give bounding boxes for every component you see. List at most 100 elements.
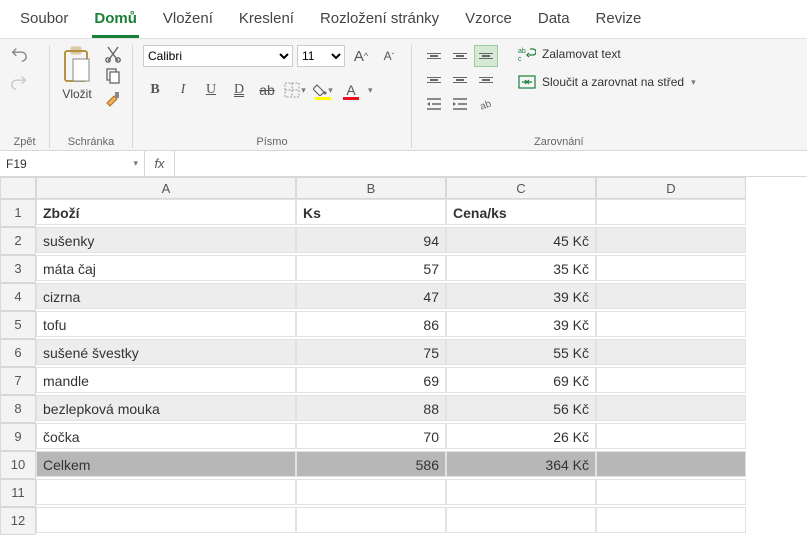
cell[interactable] (596, 255, 746, 281)
cell[interactable]: 70 (296, 423, 446, 449)
row-header[interactable]: 1 (0, 199, 36, 227)
cell[interactable] (596, 479, 746, 505)
cell[interactable] (296, 479, 446, 505)
row-header[interactable]: 12 (0, 507, 36, 535)
cell[interactable] (596, 507, 746, 533)
tab-data[interactable]: Data (536, 4, 572, 38)
cell[interactable]: cizrna (36, 283, 296, 309)
row-header[interactable]: 9 (0, 423, 36, 451)
cell[interactable] (596, 339, 746, 365)
formula-input[interactable] (175, 151, 807, 176)
row-header[interactable]: 3 (0, 255, 36, 283)
cell[interactable]: Celkem (36, 451, 296, 477)
cell[interactable]: 69 Kč (446, 367, 596, 393)
wrap-text-button[interactable]: abc Zalamovat text (518, 45, 696, 63)
cell[interactable] (596, 451, 746, 477)
cell[interactable]: 75 (296, 339, 446, 365)
tab-soubor[interactable]: Soubor (18, 4, 70, 38)
tab-kreslení[interactable]: Kreslení (237, 4, 296, 38)
cell[interactable]: 69 (296, 367, 446, 393)
cell[interactable]: mandle (36, 367, 296, 393)
align-mid-center[interactable] (448, 69, 472, 91)
underline-button[interactable]: U (199, 79, 223, 101)
cell[interactable]: čočka (36, 423, 296, 449)
tab-vzorce[interactable]: Vzorce (463, 4, 514, 38)
col-header-C[interactable]: C (446, 177, 596, 199)
cell[interactable]: 94 (296, 227, 446, 253)
row-header[interactable]: 7 (0, 367, 36, 395)
tab-vložení[interactable]: Vložení (161, 4, 215, 38)
row-header[interactable]: 10 (0, 451, 36, 479)
select-all-corner[interactable] (0, 177, 36, 199)
cell[interactable] (36, 479, 296, 505)
cell[interactable]: bezlepková mouka (36, 395, 296, 421)
col-header-B[interactable]: B (296, 177, 446, 199)
cell[interactable]: tofu (36, 311, 296, 337)
col-header-A[interactable]: A (36, 177, 296, 199)
tab-rozložení stránky[interactable]: Rozložení stránky (318, 4, 441, 38)
align-top-left[interactable] (422, 45, 446, 67)
cell[interactable]: sušené švestky (36, 339, 296, 365)
merge-dropdown-icon[interactable]: ▾ (691, 77, 696, 88)
fill-color-button[interactable]: ▾ (311, 79, 335, 101)
cell[interactable]: 56 Kč (446, 395, 596, 421)
decrease-indent[interactable] (422, 93, 446, 115)
row-header[interactable]: 4 (0, 283, 36, 311)
cell[interactable]: 45 Kč (446, 227, 596, 253)
cell[interactable]: máta čaj (36, 255, 296, 281)
cell[interactable]: 55 Kč (446, 339, 596, 365)
row-header[interactable]: 11 (0, 479, 36, 507)
undo-icon[interactable] (10, 45, 28, 63)
align-top-right[interactable] (474, 45, 498, 67)
double-underline-button[interactable]: D (227, 79, 251, 101)
increase-indent[interactable] (448, 93, 472, 115)
merge-center-button[interactable]: Sloučit a zarovnat na střed ▾ (518, 73, 696, 91)
redo-icon[interactable] (10, 73, 28, 91)
cell[interactable]: Cena/ks (446, 199, 596, 225)
font-color-dropdown[interactable]: ▾ (368, 85, 373, 96)
align-mid-right[interactable] (474, 69, 498, 91)
font-color-button[interactable]: A (339, 79, 363, 101)
cell[interactable] (596, 227, 746, 253)
font-size-select[interactable]: 11 (297, 45, 345, 67)
name-box-dropdown-icon[interactable]: ▾ (133, 158, 138, 169)
cell[interactable]: 35 Kč (446, 255, 596, 281)
name-box[interactable]: F19 ▾ (0, 151, 145, 176)
cell[interactable]: 586 (296, 451, 446, 477)
strikethrough-button[interactable]: ab (255, 79, 279, 101)
tab-domů[interactable]: Domů (92, 4, 139, 38)
cut-icon[interactable] (104, 45, 122, 63)
cell[interactable]: 47 (296, 283, 446, 309)
fx-label[interactable]: fx (145, 151, 175, 176)
align-mid-left[interactable] (422, 69, 446, 91)
cell[interactable] (596, 199, 746, 225)
row-header[interactable]: 5 (0, 311, 36, 339)
cell[interactable] (596, 311, 746, 337)
cell[interactable]: 26 Kč (446, 423, 596, 449)
paste-button[interactable]: Vložit (60, 45, 94, 101)
borders-button[interactable]: ▾ (283, 79, 307, 101)
cell[interactable] (596, 367, 746, 393)
row-header[interactable]: 6 (0, 339, 36, 367)
cell[interactable]: 88 (296, 395, 446, 421)
copy-icon[interactable] (104, 67, 122, 85)
col-header-D[interactable]: D (596, 177, 746, 199)
row-header[interactable]: 8 (0, 395, 36, 423)
orientation-button[interactable]: ab (474, 93, 498, 115)
cell[interactable]: 39 Kč (446, 311, 596, 337)
decrease-font-button[interactable]: Aˇ (377, 45, 401, 67)
cell[interactable] (296, 507, 446, 533)
spreadsheet-grid[interactable]: ABCD1ZbožíKsCena/ks2sušenky9445 Kč3máta … (0, 177, 807, 535)
cell[interactable]: 364 Kč (446, 451, 596, 477)
bold-button[interactable]: B (143, 79, 167, 101)
cell[interactable]: 86 (296, 311, 446, 337)
cell[interactable] (446, 507, 596, 533)
increase-font-button[interactable]: A^ (349, 45, 373, 67)
cell[interactable]: sušenky (36, 227, 296, 253)
cell[interactable] (36, 507, 296, 533)
cell[interactable] (596, 423, 746, 449)
format-painter-icon[interactable] (104, 89, 122, 107)
cell[interactable]: Ks (296, 199, 446, 225)
cell[interactable] (596, 283, 746, 309)
tab-revize[interactable]: Revize (594, 4, 644, 38)
